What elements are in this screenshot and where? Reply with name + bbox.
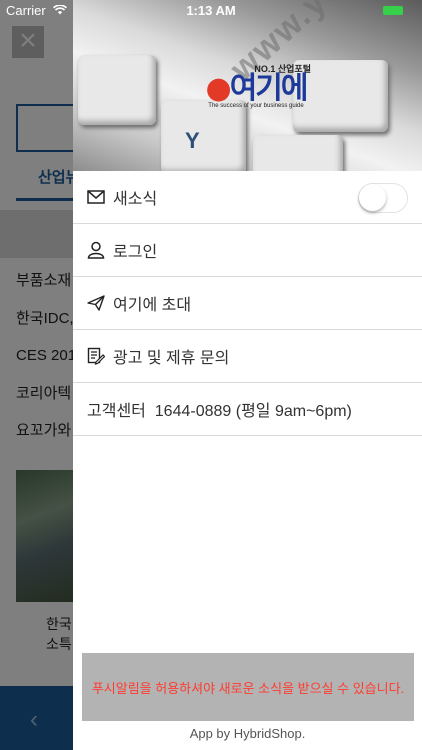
toggle-knob — [359, 184, 386, 211]
battery-icon — [383, 6, 403, 15]
menu-label: 로그인 — [113, 244, 158, 261]
key-glyph: Y — [185, 128, 200, 153]
menu-item-advertise[interactable]: 광고 및 제휴 문의 — [73, 330, 422, 383]
news-toggle[interactable] — [358, 183, 408, 213]
menu-item-login[interactable]: 로그인 — [73, 224, 422, 277]
menu-label: 새소식 — [113, 191, 158, 208]
side-drawer: Y www.yeogie.com NO.1 산업포털 ●여기에 The succ… — [73, 0, 422, 750]
user-icon — [85, 239, 107, 261]
menu-item-news[interactable]: 새소식 — [73, 171, 422, 224]
logo-wordmark: ●여기에 — [205, 71, 309, 106]
logo-subtitle: The success of your business guide — [208, 103, 304, 109]
keyboard-key-image — [161, 100, 246, 171]
menu-label: 광고 및 제휴 문의 — [113, 350, 230, 367]
drawer-banner: Y www.yeogie.com NO.1 산업포털 ●여기에 The succ… — [73, 0, 422, 171]
support-label: 고객센터 — [87, 403, 146, 420]
footer-credit: App by HybridShop. — [189, 726, 306, 741]
document-edit-icon — [85, 345, 107, 367]
menu-item-invite[interactable]: 여기에 초대 — [73, 277, 422, 330]
keyboard-key-image — [78, 55, 156, 125]
menu-label: 여기에 초대 — [113, 297, 192, 314]
keyboard-key-image — [253, 135, 343, 171]
drawer-menu: 새소식 로그인 여기에 초대 광고 및 제휴 문의 고객센터 1644-0889 — [73, 171, 422, 436]
paper-plane-icon — [85, 292, 107, 314]
app-logo: NO.1 산업포털 ●여기에 The success of your busin… — [201, 62, 312, 109]
status-time: 1:13 AM — [186, 3, 236, 18]
envelope-icon — [85, 186, 107, 208]
push-notice-banner: 푸시알림을 허용하셔야 새로운 소식을 받으실 수 있습니다. — [82, 653, 414, 721]
support-hours: (평일 9am~6pm) — [235, 403, 352, 420]
support-phone[interactable]: 1644-0889 — [155, 403, 232, 420]
support-info[interactable]: 고객센터 1644-0889 (평일 9am~6pm) — [73, 383, 422, 436]
support-text: 고객센터 1644-0889 (평일 9am~6pm) — [87, 397, 352, 421]
